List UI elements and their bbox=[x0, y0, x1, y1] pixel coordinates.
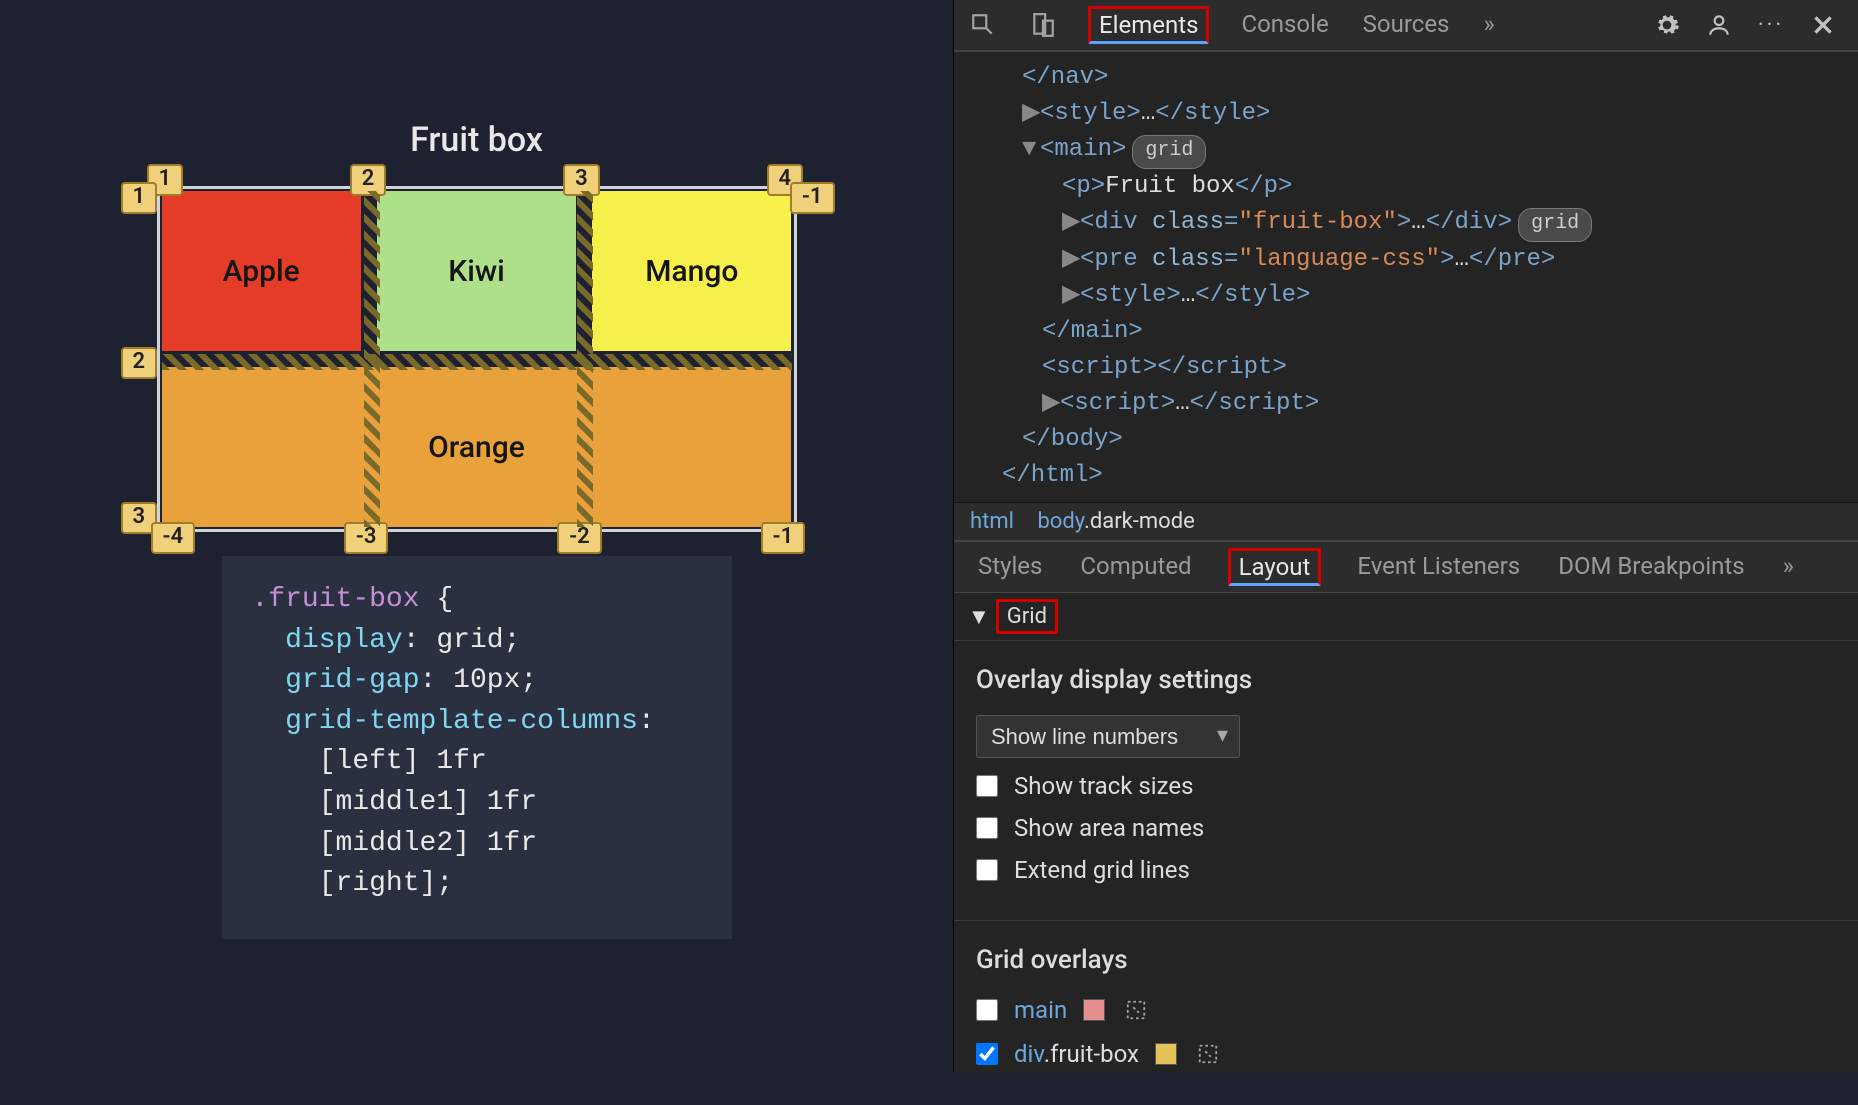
tab-console[interactable]: Console bbox=[1239, 0, 1330, 50]
crumb-body[interactable]: body.dark-mode bbox=[1037, 509, 1194, 534]
grid-badge-main[interactable]: grid bbox=[1132, 135, 1206, 169]
chk-extend-grid-lines[interactable] bbox=[976, 859, 998, 881]
chk-show-track-sizes[interactable] bbox=[976, 775, 998, 797]
grid-badge-fruitbox[interactable]: grid bbox=[1518, 208, 1592, 242]
subtab-computed[interactable]: Computed bbox=[1078, 542, 1193, 592]
subtab-layout[interactable]: Layout bbox=[1228, 548, 1322, 586]
overlay-row-fruitbox: div.fruit-box bbox=[976, 1039, 1836, 1069]
account-icon[interactable] bbox=[1704, 10, 1734, 40]
gear-icon[interactable] bbox=[1652, 10, 1682, 40]
subtab-listeners[interactable]: Event Listeners bbox=[1355, 542, 1522, 592]
chk-show-area-names[interactable] bbox=[976, 817, 998, 839]
cell-apple: Apple bbox=[162, 191, 361, 351]
close-icon[interactable] bbox=[1808, 10, 1838, 40]
grid-line-left-2: 2 bbox=[121, 347, 158, 379]
cell-kiwi: Kiwi bbox=[377, 191, 576, 351]
toggle-device-icon[interactable] bbox=[1028, 10, 1058, 40]
overlay-row-main: main bbox=[976, 995, 1836, 1025]
lbl-extend-grid-lines: Extend grid lines bbox=[1014, 856, 1190, 884]
chk-overlay-fruitbox[interactable] bbox=[976, 1043, 998, 1065]
reveal-in-elements-icon[interactable] bbox=[1193, 1039, 1223, 1069]
devtools-panel: Elements Console Sources » ··· </nav> ▶<… bbox=[953, 0, 1858, 1072]
tab-more[interactable]: » bbox=[1481, 0, 1496, 50]
grid-gap-hatch bbox=[162, 354, 792, 370]
styles-subtab-bar: Styles Computed Layout Event Listeners D… bbox=[954, 542, 1858, 593]
layout-grid-section-header[interactable]: ▼ Grid bbox=[954, 593, 1858, 641]
grid-line-bottom-neg4: -4 bbox=[151, 522, 196, 554]
layout-grid-label: Grid bbox=[996, 599, 1058, 634]
reveal-in-elements-icon[interactable] bbox=[1121, 995, 1151, 1025]
disclosure-triangle-icon: ▼ bbox=[968, 604, 990, 630]
fruit-box-overlay-wrap: 1 2 3 4 1 2 3 -1 -4 -3 -2 -1 Apple Kiwi … bbox=[157, 186, 797, 532]
chk-overlay-main[interactable] bbox=[976, 999, 998, 1021]
lbl-show-area-names: Show area names bbox=[1014, 814, 1204, 842]
cell-orange: Orange bbox=[162, 367, 792, 527]
grid-line-left-1: 1 bbox=[121, 182, 158, 214]
page-preview: Fruit box 1 2 3 4 1 2 3 -1 -4 -3 -2 -1 A… bbox=[0, 0, 953, 1072]
devtools-tabbar: Elements Console Sources » ··· bbox=[954, 0, 1858, 52]
line-numbers-select[interactable]: Show line numbers bbox=[976, 715, 1240, 758]
css-code-block: .fruit-box { display: grid; grid-gap: 10… bbox=[222, 556, 732, 939]
inspect-element-icon[interactable] bbox=[968, 10, 998, 40]
overlay-label-fruitbox[interactable]: div.fruit-box bbox=[1014, 1040, 1139, 1068]
tab-elements[interactable]: Elements bbox=[1088, 6, 1209, 44]
overlay-label-main[interactable]: main bbox=[1014, 996, 1067, 1024]
cell-mango: Mango bbox=[592, 191, 791, 351]
subtab-more[interactable]: » bbox=[1781, 542, 1796, 592]
kebab-icon[interactable]: ··· bbox=[1756, 10, 1786, 40]
overlay-settings-title: Overlay display settings bbox=[976, 665, 1836, 695]
grid-line-right-neg1: -1 bbox=[790, 182, 835, 214]
tab-sources[interactable]: Sources bbox=[1361, 0, 1452, 50]
subtab-dombp[interactable]: DOM Breakpoints bbox=[1556, 542, 1746, 592]
grid-overlays-panel: Grid overlays main div.fruit-box bbox=[954, 921, 1858, 1105]
overlay-swatch-fruitbox[interactable] bbox=[1155, 1043, 1177, 1065]
lbl-show-track-sizes: Show track sizes bbox=[1014, 772, 1193, 800]
overlay-swatch-main[interactable] bbox=[1083, 999, 1105, 1021]
overlay-display-settings: Overlay display settings Show line numbe… bbox=[954, 641, 1858, 920]
dom-tree[interactable]: </nav> ▶<style>…</style> ▼<main>grid <p>… bbox=[954, 52, 1858, 503]
dom-breadcrumb[interactable]: html body.dark-mode bbox=[954, 503, 1858, 542]
subtab-styles[interactable]: Styles bbox=[976, 542, 1044, 592]
grid-overlays-title: Grid overlays bbox=[976, 945, 1836, 975]
crumb-html[interactable]: html bbox=[970, 509, 1014, 534]
grid-line-bottom-neg1: -1 bbox=[761, 522, 806, 554]
page-title: Fruit box bbox=[100, 120, 853, 160]
